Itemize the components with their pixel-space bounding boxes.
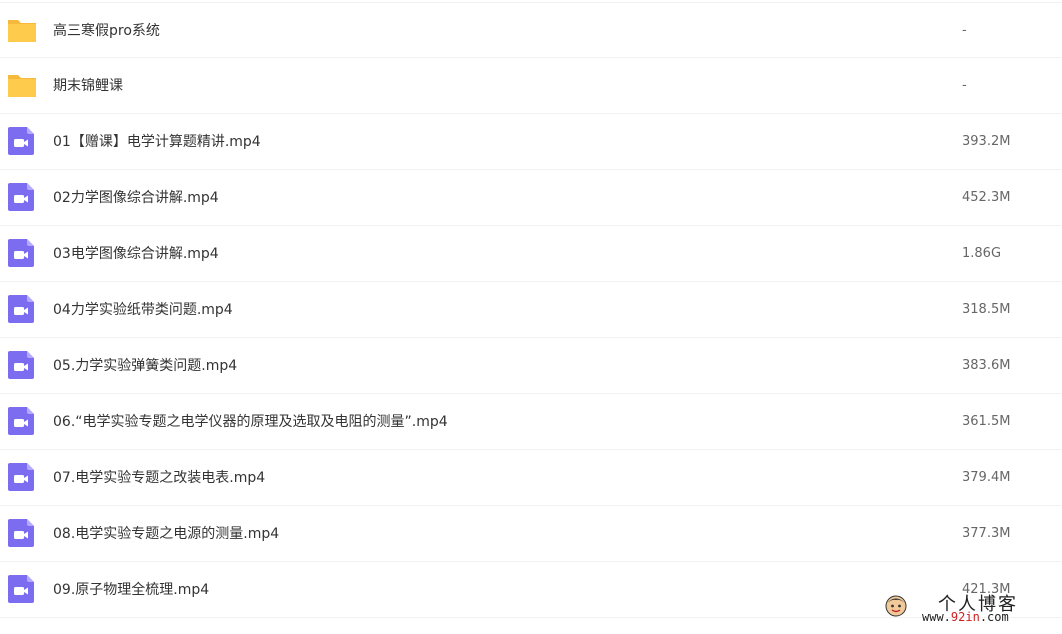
folder-icon xyxy=(8,20,36,42)
file-name[interactable]: 期末锦鲤课 xyxy=(53,58,123,114)
video-file-icon xyxy=(8,295,34,323)
video-file-icon xyxy=(8,183,34,211)
file-size: 383.6M xyxy=(962,358,1011,373)
list-item[interactable]: 期末锦鲤课 - xyxy=(0,58,1062,114)
file-size: 379.4M xyxy=(962,470,1011,485)
file-name[interactable]: 06.“电学实验专题之电学仪器的原理及选取及电阻的测量”.mp4 xyxy=(53,394,448,450)
video-file-icon xyxy=(8,239,34,267)
file-name[interactable]: 01【赠课】电学计算题精讲.mp4 xyxy=(53,114,261,170)
video-file-icon xyxy=(8,575,34,603)
list-item[interactable]: 04力学实验纸带类问题.mp4 318.5M xyxy=(0,282,1062,338)
list-item[interactable]: 02力学图像综合讲解.mp4 452.3M xyxy=(0,170,1062,226)
file-name[interactable]: 05.力学实验弹簧类问题.mp4 xyxy=(53,338,237,394)
file-size: 393.2M xyxy=(962,134,1011,149)
file-size: - xyxy=(962,23,967,38)
video-file-icon xyxy=(8,463,34,491)
watermark-url-prefix: www. xyxy=(922,610,951,624)
list-item[interactable]: 08.电学实验专题之电源的测量.mp4 377.3M xyxy=(0,506,1062,562)
cartoon-face-icon xyxy=(885,595,907,617)
video-file-icon xyxy=(8,407,34,435)
file-size: 1.86G xyxy=(962,246,1002,261)
file-size: - xyxy=(962,78,967,93)
file-name[interactable]: 03电学图像综合讲解.mp4 xyxy=(53,226,219,282)
list-item[interactable]: 01【赠课】电学计算题精讲.mp4 393.2M xyxy=(0,114,1062,170)
file-size: 377.3M xyxy=(962,526,1011,541)
list-item[interactable]: 05.力学实验弹簧类问题.mp4 383.6M xyxy=(0,338,1062,394)
video-file-icon xyxy=(8,127,34,155)
video-file-icon xyxy=(8,519,34,547)
list-item[interactable]: 高三寒假pro系统 - xyxy=(0,2,1062,58)
file-size: 361.5M xyxy=(962,414,1011,429)
blog-watermark: 个人博客 www.92in.com xyxy=(884,592,1044,626)
list-item[interactable]: 03电学图像综合讲解.mp4 1.86G xyxy=(0,226,1062,282)
file-size: 318.5M xyxy=(962,302,1011,317)
file-list: 高三寒假pro系统 - 期末锦鲤课 - 01【赠课】电学计算题精讲.mp4 39… xyxy=(0,2,1062,618)
video-file-icon xyxy=(8,351,34,379)
file-name[interactable]: 02力学图像综合讲解.mp4 xyxy=(53,170,219,226)
file-name[interactable]: 高三寒假pro系统 xyxy=(53,3,160,59)
file-name[interactable]: 07.电学实验专题之改装电表.mp4 xyxy=(53,450,265,506)
file-name[interactable]: 09.原子物理全梳理.mp4 xyxy=(53,562,209,618)
list-item[interactable]: 06.“电学实验专题之电学仪器的原理及选取及电阻的测量”.mp4 361.5M xyxy=(0,394,1062,450)
list-item[interactable]: 07.电学实验专题之改装电表.mp4 379.4M xyxy=(0,450,1062,506)
watermark-url-accent: 92in xyxy=(950,610,980,624)
watermark-url-suffix: .com xyxy=(979,610,1009,624)
file-size: 452.3M xyxy=(962,190,1011,205)
file-name[interactable]: 04力学实验纸带类问题.mp4 xyxy=(53,282,233,338)
file-name[interactable]: 08.电学实验专题之电源的测量.mp4 xyxy=(53,506,279,562)
folder-icon xyxy=(8,75,36,97)
watermark-url: www.92in.com xyxy=(922,610,1009,624)
